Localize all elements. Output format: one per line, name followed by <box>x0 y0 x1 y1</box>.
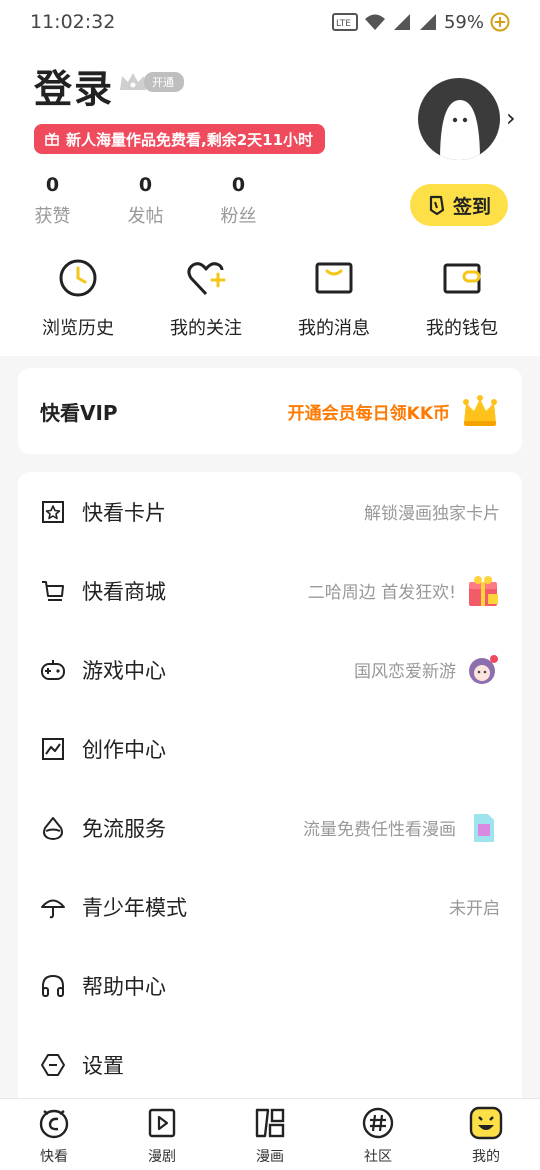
menu-label: 创作中心 <box>82 737 166 762</box>
avatar[interactable] <box>418 78 500 160</box>
newbie-promo-banner[interactable]: 新人海量作品免费看,剩余2天11小时 <box>34 124 326 154</box>
menu-label: 游戏中心 <box>82 658 166 683</box>
quick-label: 我的消息 <box>298 318 370 339</box>
quick-label: 我的钱包 <box>426 318 498 339</box>
checkin-label: 签到 <box>452 195 491 218</box>
tab-community[interactable]: 社区 <box>324 1099 432 1170</box>
play-icon <box>148 1108 176 1138</box>
stat-label: 发帖 <box>127 206 164 227</box>
menu-hint: 未开启 <box>449 899 500 919</box>
headphones-icon <box>42 974 64 997</box>
tab-drama[interactable]: 漫剧 <box>108 1099 216 1170</box>
gamepad-icon <box>41 659 65 680</box>
status-icons: LTE 59% <box>331 11 510 33</box>
tab-label: 我的 <box>472 1149 500 1165</box>
umbrella-icon <box>41 899 65 918</box>
settings-icon <box>41 1053 65 1076</box>
profile-stats: 0 获赞 0 发帖 0 粉丝 <box>0 174 300 228</box>
heart-plus-icon <box>187 262 226 296</box>
menu-item-shop[interactable]: 快看商城 二哈周边 首发狂欢! <box>18 551 522 630</box>
drop-icon <box>43 816 63 840</box>
bottom-tab-bar: 快看 漫剧 漫画 社区 我的 <box>0 1098 540 1170</box>
kuaikan-icon <box>39 1109 69 1139</box>
menu-label: 免流服务 <box>82 816 166 841</box>
quick-history[interactable]: 浏览历史 <box>14 256 142 340</box>
quick-messages[interactable]: 我的消息 <box>270 256 398 340</box>
default-avatar-icon <box>440 100 480 160</box>
login-button[interactable]: 登录 <box>34 58 114 113</box>
vip-promo: 开通会员每日领KK币 <box>287 403 450 424</box>
tab-comic[interactable]: 漫画 <box>216 1099 324 1170</box>
tab-kuaikan[interactable]: 快看 <box>0 1099 108 1170</box>
gold-crown-icon <box>463 395 497 426</box>
vip-badge-label: 开通 <box>144 72 184 92</box>
stat-posts[interactable]: 0 发帖 <box>99 174 192 228</box>
tab-label: 漫剧 <box>148 1149 176 1165</box>
menu-item-free-data[interactable]: 免流服务 流量免费任性看漫画 <box>18 788 522 867</box>
menu-label: 设置 <box>82 1053 124 1078</box>
stat-value: 0 <box>45 174 60 196</box>
menu-item-games[interactable]: 游戏中心 国风恋爱新游 <box>18 630 522 709</box>
game-character-icon <box>469 654 498 684</box>
checkin-button[interactable]: 签到 <box>410 184 508 226</box>
vip-badge[interactable]: 开通 <box>118 70 184 94</box>
comic-icon <box>255 1108 285 1138</box>
stat-value: 0 <box>231 174 246 196</box>
wallet-icon <box>443 263 481 294</box>
chart-icon <box>42 737 64 760</box>
menu-list: 快看卡片 解锁漫画独家卡片 快看商城 二哈周边 首发狂欢! 游戏中心 国风恋爱新… <box>18 472 522 1112</box>
vip-card[interactable]: 快看VIP 开通会员每日领KK币 <box>18 368 522 454</box>
signal-g-icon <box>393 14 410 30</box>
menu-hint: 流量免费任性看漫画 <box>303 820 456 840</box>
quick-follows[interactable]: 我的关注 <box>142 256 270 340</box>
clock-icon <box>59 259 97 297</box>
hash-icon <box>362 1107 394 1139</box>
card-icon <box>42 500 64 523</box>
sim-card-icon <box>474 813 494 842</box>
menu-label: 快看商城 <box>82 579 166 604</box>
stat-followers[interactable]: 0 粉丝 <box>192 174 285 228</box>
status-bar: 11:02:32 LTE 59% <box>0 0 540 44</box>
tab-label: 快看 <box>40 1149 68 1165</box>
profile-header: 登录 开通 新人海量作品免费看,剩余2天11小时 › 0 获赞 0 发帖 0 粉… <box>0 44 540 356</box>
promo-text: 新人海量作品免费看,剩余2天11小时 <box>66 130 314 149</box>
menu-item-teen-mode[interactable]: 青少年模式 未开启 <box>18 867 522 946</box>
signal-4g-icon <box>419 14 436 30</box>
gift-icon <box>45 132 59 146</box>
message-icon <box>315 262 353 294</box>
menu-hint: 解锁漫画独家卡片 <box>364 504 500 524</box>
menu-item-settings[interactable]: 设置 <box>18 1025 522 1104</box>
menu-hint: 国风恋爱新游 <box>354 662 456 682</box>
stat-label: 粉丝 <box>220 206 257 227</box>
stat-likes[interactable]: 0 获赞 <box>6 174 99 228</box>
menu-label: 帮助中心 <box>82 974 166 999</box>
stat-label: 获赞 <box>34 206 71 227</box>
chevron-right-icon[interactable]: › <box>506 104 516 132</box>
face-icon <box>469 1106 503 1140</box>
menu-item-cards[interactable]: 快看卡片 解锁漫画独家卡片 <box>18 472 522 551</box>
menu-label: 快看卡片 <box>82 500 166 525</box>
status-time: 11:02:32 <box>30 11 116 33</box>
tab-mine[interactable]: 我的 <box>432 1099 540 1170</box>
battery-percent: 59% <box>443 11 484 33</box>
menu-hint: 二哈周边 首发狂欢! <box>307 583 456 603</box>
tab-label: 漫画 <box>256 1149 284 1165</box>
menu-label: 青少年模式 <box>82 895 187 920</box>
svg-text:LTE: LTE <box>336 19 351 29</box>
tab-label: 社区 <box>364 1149 392 1165</box>
volte-icon: LTE <box>331 13 358 31</box>
quick-wallet[interactable]: 我的钱包 <box>398 256 526 340</box>
gift-box-icon <box>469 575 498 606</box>
quick-label: 浏览历史 <box>42 318 114 339</box>
wifi-icon <box>364 14 385 30</box>
vip-title: 快看VIP <box>40 400 118 425</box>
battery-saver-icon <box>490 12 510 32</box>
quick-label: 我的关注 <box>170 318 242 339</box>
stat-value: 0 <box>138 174 153 196</box>
cart-icon <box>42 580 64 601</box>
menu-item-creator[interactable]: 创作中心 <box>18 709 522 788</box>
pencil-icon <box>429 195 445 216</box>
menu-item-help[interactable]: 帮助中心 <box>18 946 522 1025</box>
quick-actions: 浏览历史 我的关注 我的消息 我的钱包 <box>0 256 540 340</box>
